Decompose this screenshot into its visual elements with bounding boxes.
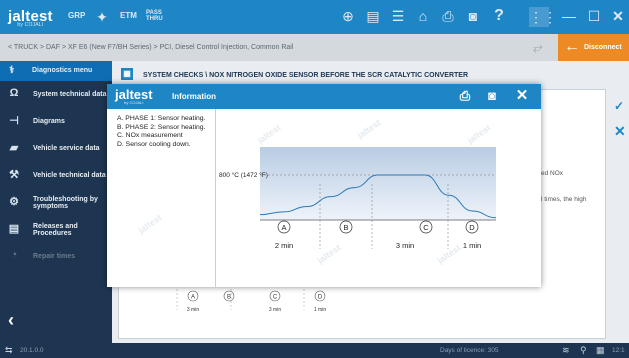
help-icon[interactable]: ? xyxy=(491,8,507,24)
duration-label: 3 min xyxy=(396,241,414,250)
information-dialog: jaltest by COJALI Information ⎙ ◙ ✕ A. P… xyxy=(107,84,541,287)
top-bar: jaltest by COJALI GRP ✦ ETM PASS THRU ⊕ … xyxy=(0,0,629,34)
car-icon: ⇆ xyxy=(5,345,13,355)
duration-label: 2 min xyxy=(275,241,293,250)
camera-icon[interactable]: ◙ xyxy=(465,8,481,24)
brand-logo: jaltest by COJALI xyxy=(8,8,53,28)
dialog-header: jaltest by COJALI Information ⎙ ◙ ✕ xyxy=(107,84,541,109)
breadcrumb[interactable]: < TRUCK > DAF > XF E6 (New F7/BH Series)… xyxy=(8,44,293,51)
truck-icon: ▰ xyxy=(9,142,19,154)
sidebar-item-label: Vehicle technical data xyxy=(33,172,106,179)
search-icon[interactable]: ⚲ xyxy=(580,345,587,356)
sidebar-item-troubleshooting[interactable]: ⚙ Troubleshooting by symptoms xyxy=(0,189,112,216)
bg-duration-2: 3 min xyxy=(269,307,281,313)
print-icon[interactable]: ⎙ xyxy=(457,88,473,104)
phase-label: C xyxy=(423,223,429,232)
bg-phase-a: A xyxy=(191,295,195,301)
cancel-icon[interactable]: ✕ xyxy=(614,123,626,140)
bg-duration-1: 3 min xyxy=(187,307,199,313)
sidebar-item-label: Diagrams xyxy=(33,118,65,125)
bg-phase-c: C xyxy=(273,295,278,301)
list-icon[interactable]: ☰ xyxy=(390,8,406,24)
disconnect-button[interactable]: ← Disconnect xyxy=(558,34,629,61)
legend-item: B. PHASE 2: Sensor heating. xyxy=(117,123,206,131)
sidebar-item-vehicle-service-data[interactable]: ▰ Vehicle service data xyxy=(0,135,112,162)
globe-icon[interactable]: ⊕ xyxy=(340,8,356,24)
check-icon[interactable]: ✓ xyxy=(614,99,624,113)
calendar-icon: ▦ xyxy=(596,345,605,355)
sidebar-item-releases[interactable]: ▤ Releases and Procedures xyxy=(0,216,112,243)
disconnect-label: Disconnect xyxy=(584,44,622,51)
reference-label: 800 °C (1472 °F) xyxy=(219,171,268,179)
status-bar: ⇆ 20.1.0.0 Days of licence: 305 ≋ ⚲ ▦ 12… xyxy=(0,343,629,358)
wifi-icon: ≋ xyxy=(562,345,570,355)
close-icon[interactable]: ✕ xyxy=(514,88,530,104)
back-chevron-icon[interactable]: ‹ xyxy=(8,310,14,331)
diagnostics-icon: ⚕ xyxy=(9,65,15,76)
right-action-column: ✓ ✕ xyxy=(610,61,629,343)
page-title: ▦ SYSTEM CHECKS \ NOX NITROGEN OXIDE SEN… xyxy=(112,68,610,83)
page-title-text: SYSTEM CHECKS \ NOX NITROGEN OXIDE SENSO… xyxy=(143,72,469,79)
sidebar-item-vehicle-technical-data[interactable]: ⚒ Vehicle technical data xyxy=(0,162,112,189)
breadcrumb-bar: < TRUCK > DAF > XF E6 (New F7/BH Series)… xyxy=(0,34,629,61)
phase-legend: A. PHASE 1: Sensor heating. B. PHASE 2: … xyxy=(117,115,205,149)
sidebar-header-label: Diagnostics menu xyxy=(32,67,93,74)
clock-label: 12:1 xyxy=(612,347,625,354)
nav-pass-bottom: THRU xyxy=(146,16,163,22)
sidebar-header[interactable]: ⚕ Diagnostics menu xyxy=(0,61,112,81)
bg-phase-b: B xyxy=(227,295,231,301)
bg-phase-d: D xyxy=(318,295,323,301)
nav-pass-thru[interactable]: PASS THRU xyxy=(146,10,163,22)
version-label: 20.1.0.0 xyxy=(20,347,44,354)
duration-label: 1 min xyxy=(463,241,481,250)
legend-panel: A. PHASE 1: Sensor heating. B. PHASE 2: … xyxy=(107,109,216,287)
arrow-left-icon: ← xyxy=(564,38,580,55)
legend-item: D. Sensor cooling down. xyxy=(117,140,191,148)
licence-label: Days of licence: 305 xyxy=(440,347,499,354)
legend-item: C. NOx measurement xyxy=(117,132,183,139)
sidebar-item-label: Releases and Procedures xyxy=(33,222,78,237)
print-icon[interactable]: ⎙ xyxy=(440,8,456,24)
sidebar-item-label: Repair times xyxy=(33,253,76,260)
omega-icon: Ω xyxy=(9,87,19,99)
sidebar-item-label: Vehicle service data xyxy=(33,145,100,152)
satellite-icon[interactable]: ✦ xyxy=(94,9,110,25)
dialog-brand-logo: jaltest by COJALI xyxy=(115,87,153,105)
dialog-title: Information xyxy=(172,92,216,101)
sidebar-item-label: Troubleshooting by symptoms xyxy=(33,195,98,210)
sidebar: ⚕ Diagnostics menu Ω System technical da… xyxy=(0,61,112,343)
connection-icon: ⥂ xyxy=(533,40,543,54)
apps-grid-icon[interactable]: ⋮⋮ xyxy=(529,7,557,27)
document-icon[interactable]: ▤ xyxy=(365,8,381,24)
tools-icon: ⚙ xyxy=(9,196,19,208)
close-window-icon[interactable]: ✕ xyxy=(610,8,626,24)
brand-sub: by COJALI xyxy=(17,22,44,28)
legend-item: A. PHASE 1: Sensor heating. xyxy=(117,115,206,122)
sidebar-item-label: System technical data xyxy=(33,91,107,98)
maximize-icon[interactable]: ☐ xyxy=(586,8,602,24)
phase-label: A xyxy=(281,223,286,232)
nav-etm[interactable]: ETM xyxy=(120,11,137,20)
checklist-icon: ▦ xyxy=(121,68,133,80)
camera-icon[interactable]: ◙ xyxy=(484,88,500,104)
sensor-temperature-chart: 800 °C (1472 °F) ABCD 2 min 3 min 1 min ja… xyxy=(216,109,541,287)
watermark-logo: jaltest xyxy=(136,212,164,236)
diagram-icon: ⊣ xyxy=(9,115,19,127)
lock-icon[interactable]: ⌂ xyxy=(415,8,431,24)
bg-duration-3: 1 min xyxy=(314,307,326,313)
sidebar-item-system-technical-data[interactable]: Ω System technical data xyxy=(0,81,112,108)
clock-icon: ◔ xyxy=(10,249,18,261)
sidebar-item-diagrams[interactable]: ⊣ Diagrams xyxy=(0,108,112,135)
bg-text-1: ed NOx xyxy=(541,170,564,177)
minimize-icon[interactable]: — xyxy=(561,8,577,24)
dialog-brand-sub: by COJALI xyxy=(124,100,144,105)
nav-grp[interactable]: GRP xyxy=(68,11,85,20)
phase-label: B xyxy=(343,223,348,232)
sidebar-item-repair-times: ◔ Repair times xyxy=(0,243,112,270)
wrench-icon: ⚒ xyxy=(9,169,19,181)
phase-label: D xyxy=(469,223,475,232)
bg-text-2: l times, the high xyxy=(541,196,587,203)
book-icon: ▤ xyxy=(8,223,20,235)
